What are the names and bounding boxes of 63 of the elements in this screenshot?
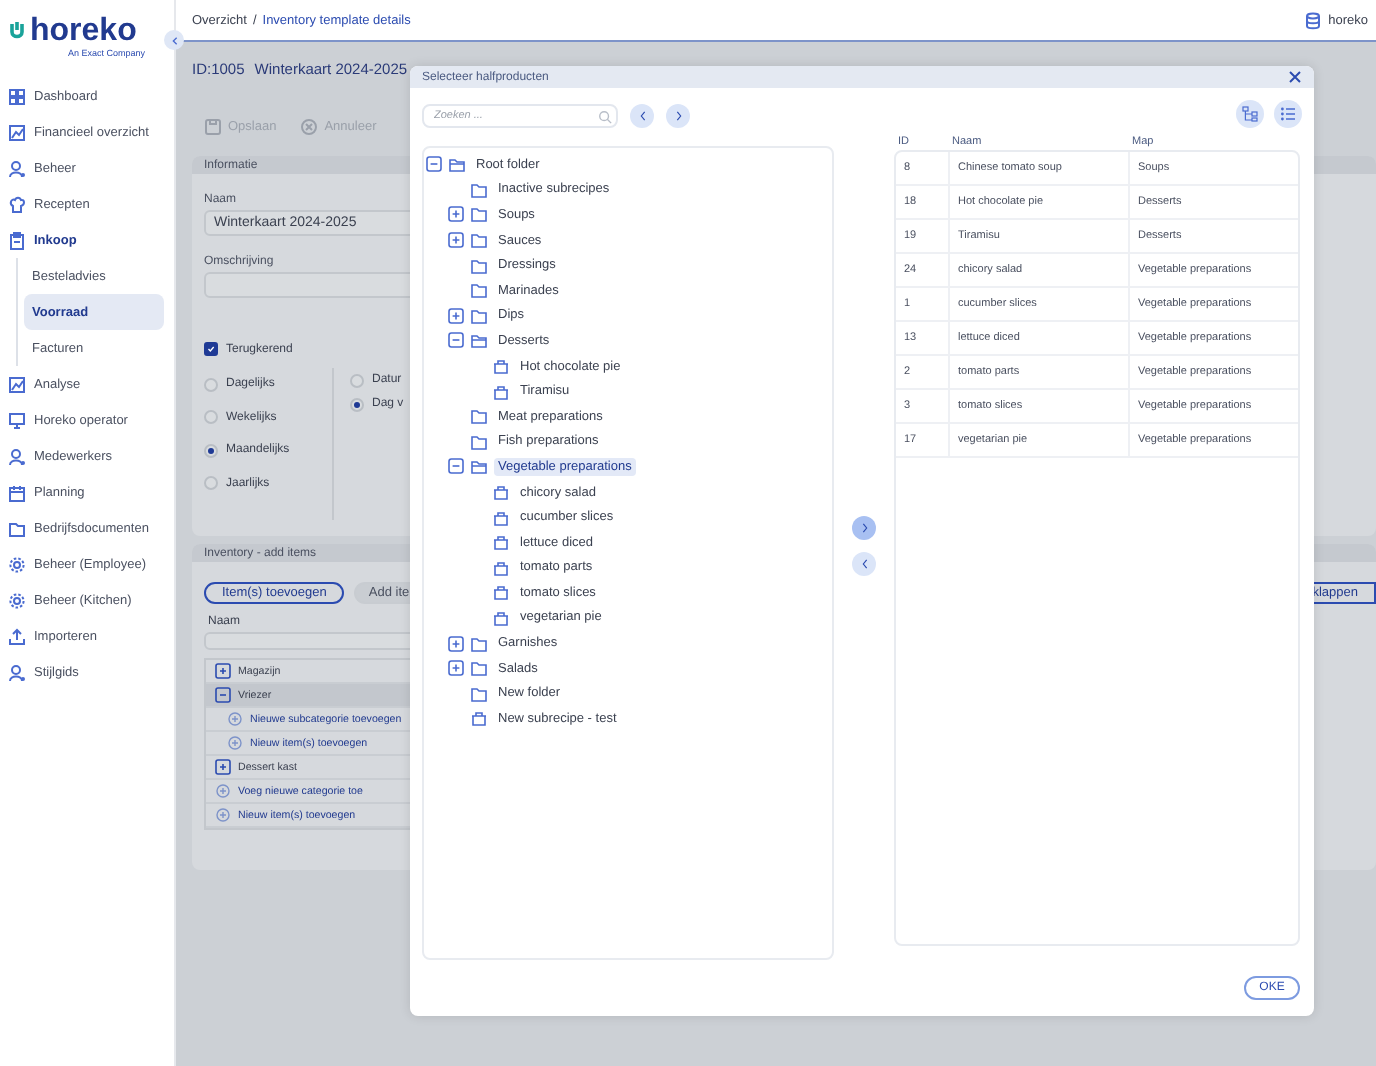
- chart-icon: [8, 123, 26, 141]
- search-icon: [598, 109, 612, 123]
- monitor-icon: [8, 411, 26, 429]
- pot-icon: [492, 609, 510, 626]
- open-folder-icon: [448, 156, 466, 173]
- plus-box-icon: [214, 662, 232, 680]
- close-icon: [1288, 70, 1302, 84]
- radio-button[interactable]: [204, 377, 218, 392]
- grid-icon: [8, 87, 26, 105]
- plus-circle-icon: [214, 806, 232, 824]
- checkbox[interactable]: [204, 342, 218, 356]
- pot-icon: [492, 484, 510, 501]
- radio-button[interactable]: [204, 410, 218, 425]
- plus-circle-icon: [226, 734, 244, 752]
- clipboard-icon: [8, 231, 26, 249]
- list-view-button[interactable]: [1274, 100, 1302, 128]
- collapse-toggle-icon[interactable]: [448, 458, 464, 475]
- pot-icon: [492, 584, 510, 601]
- cancel-icon: [300, 117, 319, 135]
- pot-icon: [492, 559, 510, 576]
- plus-circle-icon: [214, 782, 232, 800]
- calendar-icon: [8, 483, 26, 501]
- expand-toggle-icon[interactable]: [448, 307, 464, 324]
- pot-icon: [492, 509, 510, 526]
- save-icon: [204, 117, 222, 135]
- pot-icon: [470, 710, 488, 727]
- add-to-selection-button[interactable]: [852, 516, 876, 540]
- person-icon: [8, 159, 26, 177]
- minus-box-icon: [214, 686, 232, 704]
- person-icon: [8, 447, 26, 465]
- expand-toggle-icon[interactable]: [448, 660, 464, 677]
- collapse-toggle-icon[interactable]: [426, 156, 442, 173]
- collapse-toggle-icon[interactable]: [448, 332, 464, 349]
- open-folder-icon: [470, 332, 488, 349]
- list-icon: [1280, 106, 1296, 122]
- chevron-right-icon: [859, 522, 869, 534]
- database-icon: [1304, 11, 1323, 29]
- radio-button[interactable]: [350, 397, 364, 411]
- chart-icon: [8, 375, 26, 393]
- person-icon: [8, 663, 26, 681]
- upload-icon: [8, 627, 26, 645]
- pot-icon: [492, 358, 510, 375]
- hierarchy-icon: [1242, 106, 1258, 122]
- close-button[interactable]: [1288, 70, 1302, 84]
- expand-toggle-icon[interactable]: [448, 206, 464, 223]
- radio-button[interactable]: [204, 443, 218, 458]
- radio-button[interactable]: [350, 373, 364, 387]
- chevron-left-icon: [169, 35, 179, 45]
- plus-box-icon: [214, 758, 232, 776]
- pot-icon: [492, 383, 510, 400]
- chevron-left-icon: [637, 110, 647, 122]
- open-folder-icon: [470, 458, 488, 475]
- chevron-right-icon: [673, 110, 683, 122]
- expand-toggle-icon[interactable]: [448, 232, 464, 249]
- logo-text: horeko: [30, 16, 137, 48]
- plus-circle-icon: [226, 710, 244, 728]
- radio-button[interactable]: [204, 476, 218, 491]
- tree-view-button[interactable]: [1236, 100, 1264, 128]
- pot-icon: [492, 534, 510, 551]
- expand-toggle-icon[interactable]: [448, 635, 464, 652]
- folder-icon: [8, 519, 26, 537]
- chef-hat-icon: [8, 195, 26, 213]
- chevron-left-icon: [859, 558, 869, 570]
